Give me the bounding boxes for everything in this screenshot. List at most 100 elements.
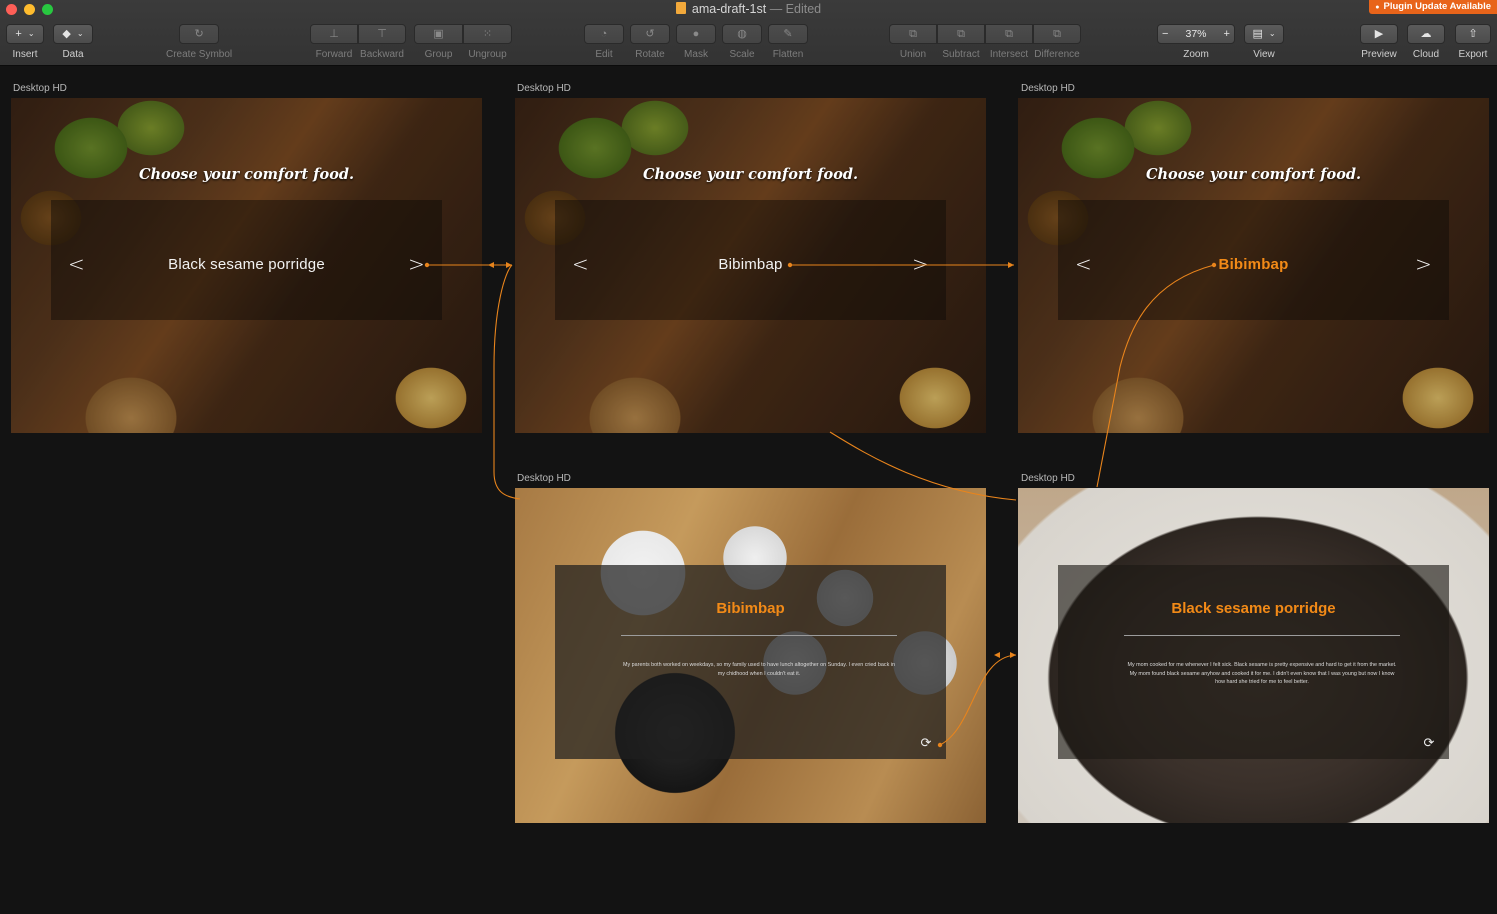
headline: Choose your comfort food. <box>138 166 355 183</box>
preview-label: Preview <box>1361 49 1397 60</box>
zoom-stepper[interactable]: − 37% + <box>1157 24 1235 44</box>
symbol-icon: ↻ <box>194 27 204 40</box>
artboard-detail-porridge[interactable]: Black sesame porridge My mom cooked for … <box>1018 488 1489 823</box>
headline: Choose your comfort food. <box>642 166 859 183</box>
artboard-label[interactable]: Desktop HD <box>517 473 571 484</box>
export-tool: ⇧ Export <box>1455 24 1491 60</box>
refresh-icon[interactable]: ⟳ <box>1422 736 1436 750</box>
link-arrowhead <box>488 262 494 268</box>
card-body: My parents both worked on weekdays, so m… <box>623 662 895 677</box>
data-label: Data <box>62 49 84 60</box>
ungroup-label: Ungroup <box>468 49 507 60</box>
rotate-icon: ↺ <box>645 27 655 40</box>
next-arrow[interactable]: > <box>912 252 929 276</box>
edit-button[interactable]: ◔ <box>584 24 624 44</box>
zoom-label: Zoom <box>1183 49 1209 60</box>
chevron-down-icon: ⌄ <box>76 29 84 38</box>
forward-button[interactable]: ⊥ <box>310 24 358 44</box>
document-status: — Edited <box>769 2 822 16</box>
mask-button[interactable]: ● <box>676 24 716 44</box>
backward-button[interactable]: ⊤ <box>358 24 406 44</box>
difference-button[interactable]: ⧉ <box>1033 24 1081 44</box>
union-label: Union <box>899 49 927 60</box>
window-title: ama-draft-1st — Edited <box>0 2 1497 16</box>
story-card: Black sesame porridge My mom cooked for … <box>1058 565 1449 759</box>
link-arrowhead <box>1008 262 1014 268</box>
link-arrowhead <box>994 652 1000 658</box>
card-title: Black sesame porridge <box>1171 600 1336 617</box>
insert-label: Insert <box>12 49 38 60</box>
flatten-button[interactable]: ✎ <box>768 24 808 44</box>
preview-button[interactable]: ▶ <box>1360 24 1398 44</box>
layers-icon: ◆ <box>62 27 71 40</box>
refresh-icon[interactable]: ⟳ <box>919 736 933 750</box>
union-button[interactable]: ⧉ <box>889 24 937 44</box>
group-label: Group <box>424 49 453 60</box>
rotate-button[interactable]: ↺ <box>630 24 670 44</box>
zoom-in-icon[interactable]: + <box>1224 28 1230 40</box>
intersect-button[interactable]: ⧉ <box>985 24 1033 44</box>
next-arrow[interactable]: > <box>408 252 425 276</box>
view-layout-icon: ▤ <box>1252 27 1263 40</box>
artboard-home-porridge[interactable]: Choose your comfort food. < Black sesame… <box>11 98 482 433</box>
edit-tools: ◔ ↺ ● ◍ ✎ Edit Rotate Mask Scale Flatten <box>584 24 808 60</box>
view-label: View <box>1253 49 1275 60</box>
export-button[interactable]: ⇧ <box>1455 24 1491 44</box>
artboard-label[interactable]: Desktop HD <box>1021 473 1075 484</box>
chevron-down-icon: ⌄ <box>27 29 35 38</box>
difference-icon: ⧉ <box>1053 27 1061 40</box>
data-button[interactable]: ◆ ⌄ <box>53 24 93 44</box>
subtract-label: Subtract <box>942 49 980 60</box>
arrange-group: ⊥ ⊤ Forward Backward <box>310 24 406 60</box>
artboard-detail-bibimbap[interactable]: Bibimbap My parents both worked on weekd… <box>515 488 986 823</box>
divider <box>1124 635 1400 636</box>
cloud-button[interactable]: ☁ <box>1407 24 1445 44</box>
subtract-button[interactable]: ⧉ <box>937 24 985 44</box>
scale-icon: ◍ <box>737 27 747 40</box>
card-title: Bibimbap <box>716 600 785 617</box>
cloud-icon: ☁ <box>1420 27 1432 40</box>
play-icon: ▶ <box>1374 27 1384 40</box>
plugin-update-badge[interactable]: Plugin Update Available <box>1369 0 1497 14</box>
scale-button[interactable]: ◍ <box>722 24 762 44</box>
story-card: Bibimbap My parents both worked on weekd… <box>555 565 946 759</box>
difference-label: Difference <box>1034 49 1080 60</box>
create-symbol-button[interactable]: ↻ <box>179 24 220 44</box>
intersect-icon: ⧉ <box>1005 27 1013 40</box>
flatten-label: Flatten <box>772 49 804 60</box>
backward-label: Backward <box>360 49 404 60</box>
divider <box>621 635 897 636</box>
artboard-label[interactable]: Desktop HD <box>13 83 67 94</box>
artboard-label[interactable]: Desktop HD <box>1021 83 1075 94</box>
zoom-control: − 37% + Zoom <box>1157 24 1235 60</box>
toolbar: ama-draft-1st — Edited Plugin Update Ava… <box>0 0 1497 66</box>
flatten-icon: ✎ <box>783 27 793 40</box>
share-icon: ⇧ <box>1468 27 1478 40</box>
forward-icon: ⊥ <box>329 27 339 40</box>
next-arrow[interactable]: > <box>1415 252 1432 276</box>
intersect-label: Intersect <box>989 49 1029 60</box>
view-button[interactable]: ▤ ⌄ <box>1244 24 1284 44</box>
preview-tool: ▶ Preview <box>1360 24 1398 60</box>
plus-icon: + <box>15 27 22 40</box>
data-tool: ◆ ⌄ Data <box>53 24 93 60</box>
ungroup-button[interactable]: ⁙ <box>463 24 512 44</box>
insert-button[interactable]: + ⌄ <box>6 24 44 44</box>
union-icon: ⧉ <box>909 27 917 40</box>
canvas[interactable]: Desktop HD Choose your comfort food. < B… <box>0 67 1497 914</box>
artboard-label[interactable]: Desktop HD <box>517 83 571 94</box>
group-button[interactable]: ▣ <box>414 24 463 44</box>
artboard-home-bibimbap-hover[interactable]: Choose your comfort food. < Bibimbap > <box>1018 98 1489 433</box>
sketch-document-icon <box>675 2 686 14</box>
zoom-out-icon[interactable]: − <box>1162 28 1168 40</box>
ungroup-icon: ⁙ <box>482 27 493 40</box>
headline: Choose your comfort food. <box>1145 166 1362 183</box>
document-name: ama-draft-1st <box>691 2 767 16</box>
group-tools: ▣ ⁙ Group Ungroup <box>414 24 512 60</box>
edit-label: Edit <box>595 49 613 60</box>
rotate-label: Rotate <box>635 49 665 60</box>
cloud-label: Cloud <box>1412 49 1440 60</box>
create-symbol-tool: ↻ Create Symbol <box>166 24 232 60</box>
artboard-home-bibimbap[interactable]: Choose your comfort food. < Bibimbap > <box>515 98 986 433</box>
group-icon: ▣ <box>433 27 444 40</box>
